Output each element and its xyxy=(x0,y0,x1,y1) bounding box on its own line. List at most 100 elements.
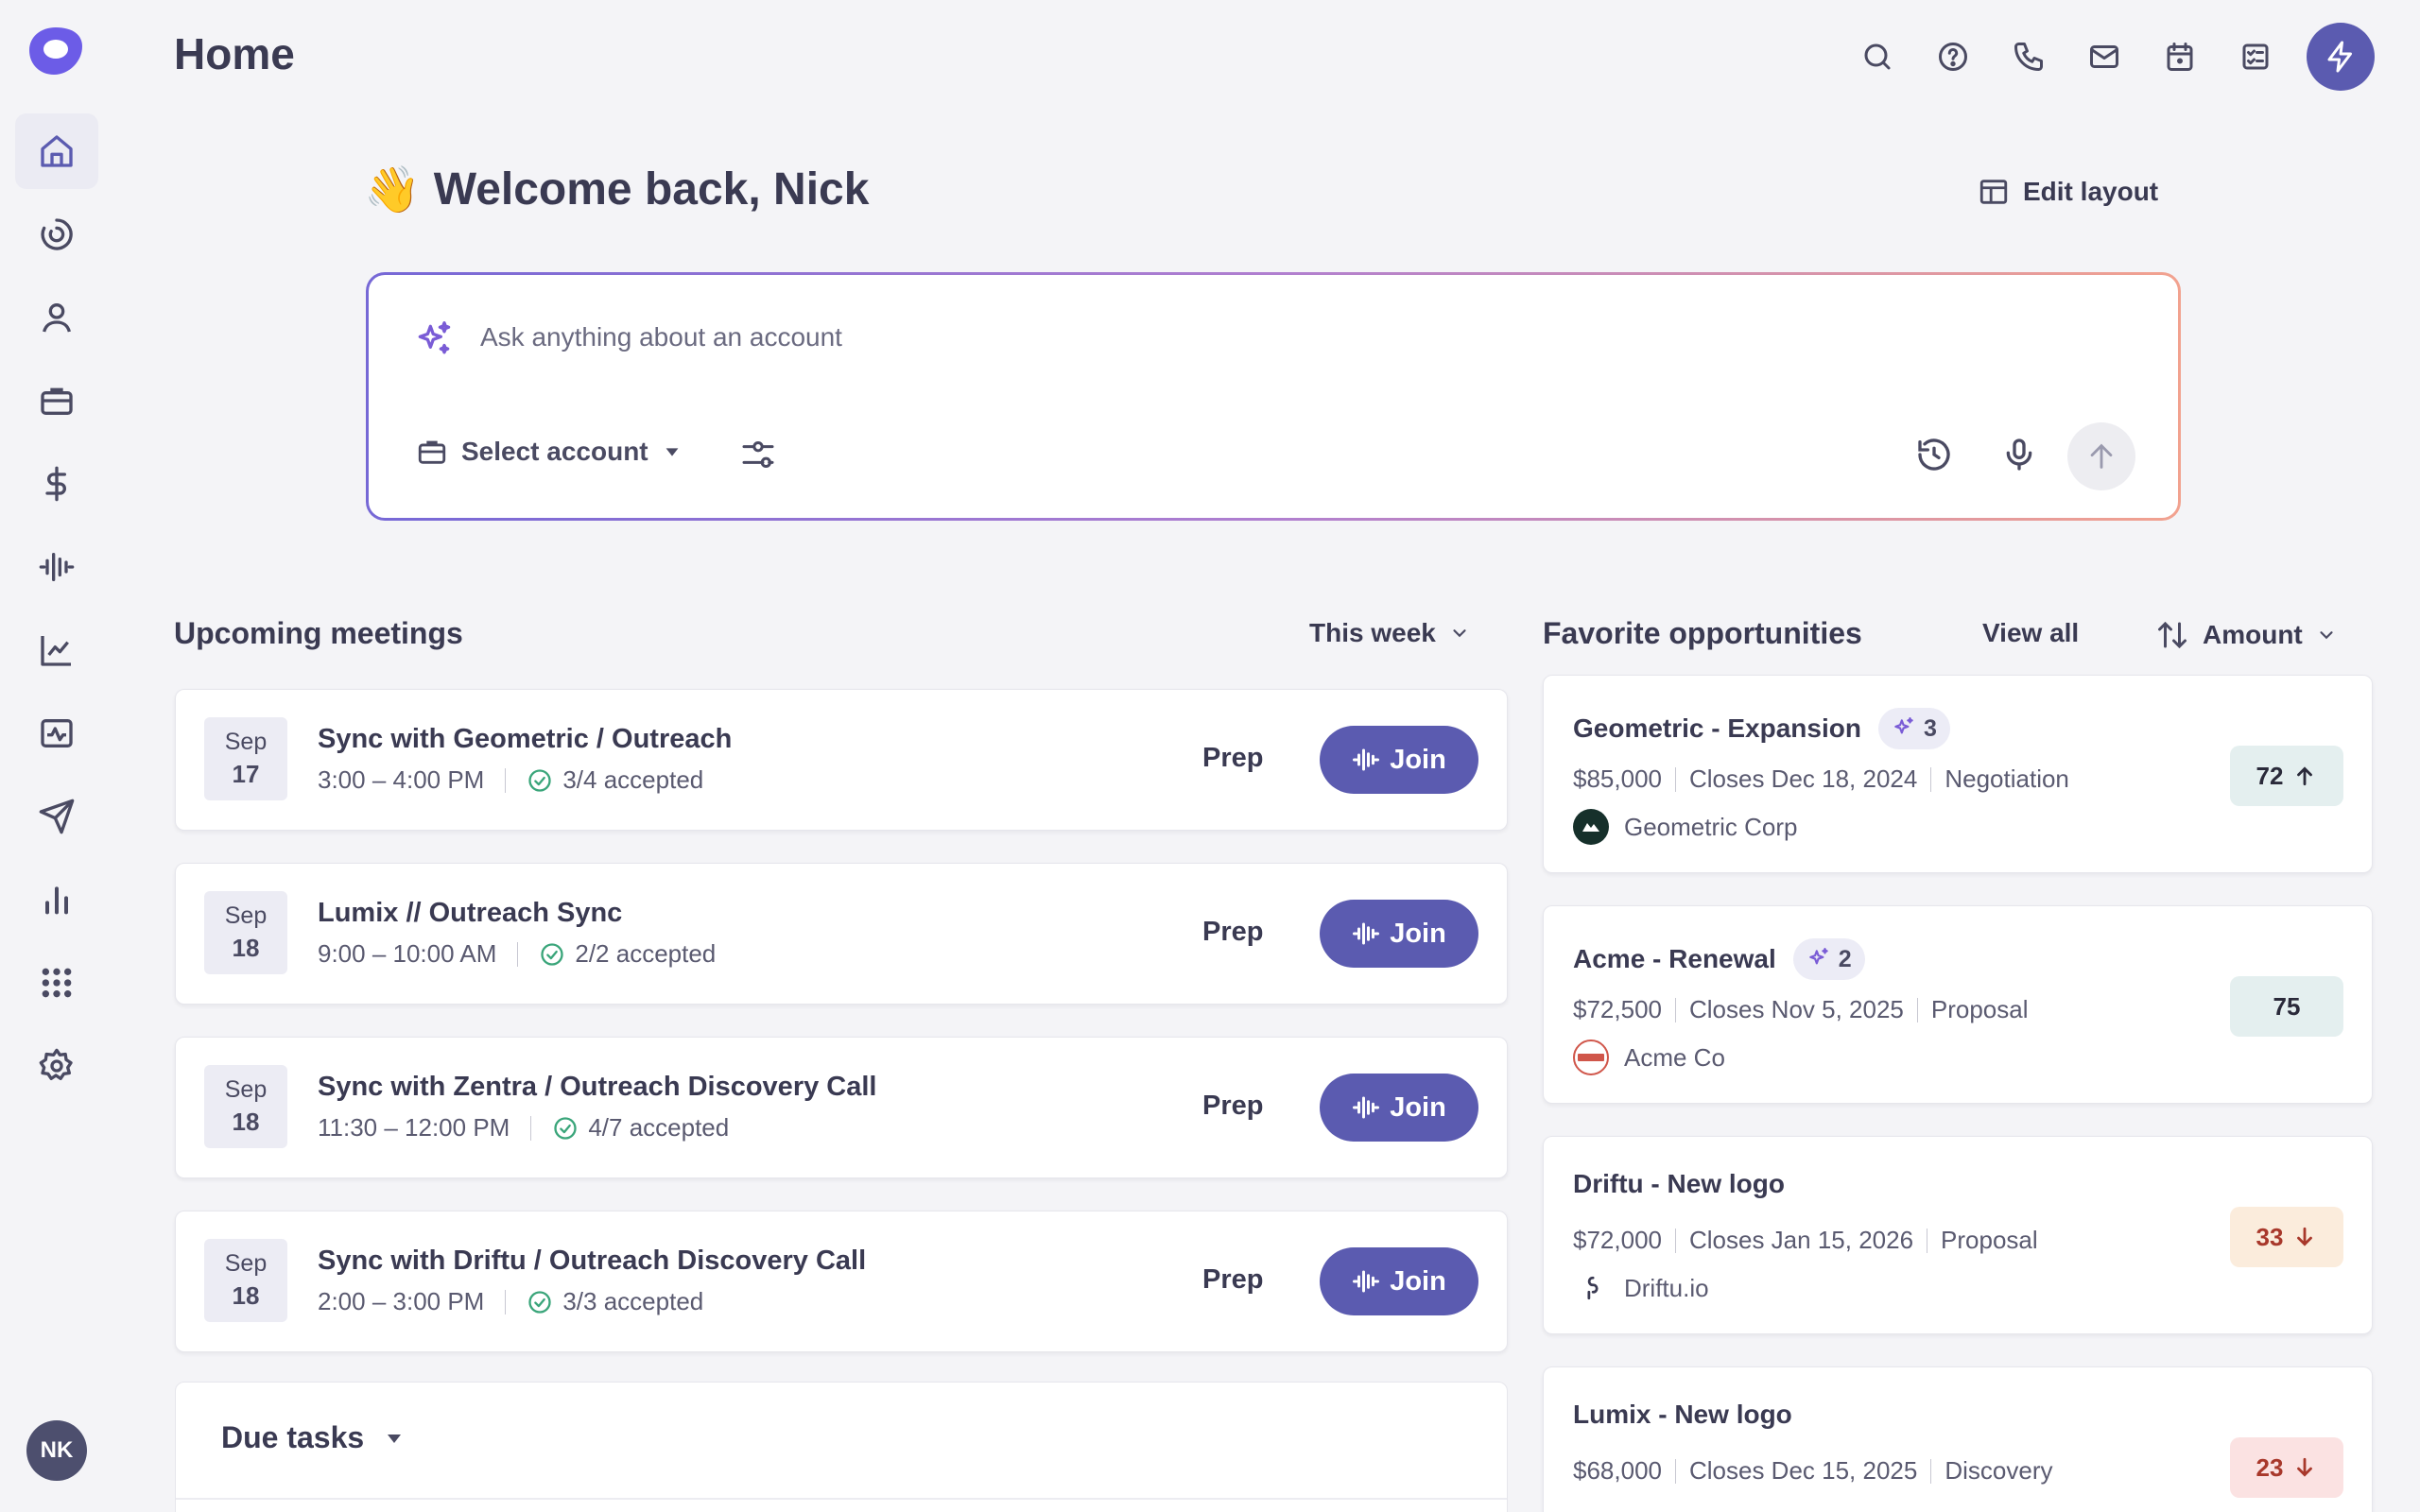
meeting-details: 9:00 – 10:00 AM 2/2 accepted xyxy=(318,939,716,969)
meeting-date: Sep 18 xyxy=(204,1065,287,1148)
select-account-label: Select account xyxy=(461,437,648,466)
sidebar-item-reports[interactable] xyxy=(15,862,98,937)
meeting-title: Sync with Driftu / Outreach Discovery Ca… xyxy=(318,1246,867,1276)
opportunity-close-date: Closes Dec 18, 2024 xyxy=(1688,765,1918,793)
join-button[interactable]: Join xyxy=(1320,1074,1478,1142)
send-button[interactable] xyxy=(2067,422,2135,490)
filter-button[interactable] xyxy=(739,436,777,473)
opportunity-card[interactable]: Lumix - New logo $68,000 Closes Dec 15, 20… xyxy=(1543,1366,2373,1512)
opportunity-card[interactable]: Acme - Renewal 2 $72,500 Closes Nov 5, 2025… xyxy=(1543,905,2373,1104)
meeting-day: 18 xyxy=(232,1281,260,1310)
history-button[interactable] xyxy=(1915,436,1953,473)
chevron-down-icon xyxy=(2316,625,2337,645)
opportunity-title: Geometric - Expansion 3 xyxy=(1573,708,1950,749)
opportunity-name[interactable]: Lumix - New logo xyxy=(1573,1400,1792,1430)
calendar-icon[interactable] xyxy=(2157,34,2203,79)
prep-button[interactable]: Prep xyxy=(1202,1091,1263,1122)
mail-icon[interactable] xyxy=(2082,34,2127,79)
meeting-title: Lumix // Outreach Sync xyxy=(318,898,623,928)
meeting-card[interactable]: Sep 18 Sync with Driftu / Outreach Discove… xyxy=(175,1211,1508,1352)
dollar-icon xyxy=(38,465,76,503)
sidebar-item-pulse[interactable] xyxy=(15,696,98,771)
join-button[interactable]: Join xyxy=(1320,726,1478,794)
sort-dropdown[interactable]: Amount xyxy=(2155,618,2337,652)
opportunity-close-date: Closes Dec 15, 2025 xyxy=(1688,1456,1918,1485)
microphone-button[interactable] xyxy=(2000,436,2038,473)
sidebar-item-home[interactable] xyxy=(15,113,98,189)
meetings-range-dropdown[interactable]: This week xyxy=(1309,618,1470,648)
opportunity-name[interactable]: Geometric - Expansion xyxy=(1573,713,1861,744)
divider xyxy=(517,941,519,967)
ask-input[interactable] xyxy=(480,322,1898,352)
meeting-day: 18 xyxy=(232,1108,260,1136)
meeting-card[interactable]: Sep 17 Sync with Geometric / Outreach 3:00 … xyxy=(175,689,1508,831)
meeting-accepted: 3/3 accepted xyxy=(527,1287,703,1316)
prep-button[interactable]: Prep xyxy=(1202,743,1263,774)
company-name: Acme Co xyxy=(1624,1042,1725,1072)
arrow-down-icon xyxy=(2292,1455,2317,1480)
opportunity-name[interactable]: Driftu - New logo xyxy=(1573,1169,1785,1199)
divider xyxy=(176,1498,1507,1500)
due-tasks-toggle[interactable]: Due tasks xyxy=(221,1420,406,1455)
prep-button[interactable]: Prep xyxy=(1202,1264,1263,1296)
opportunity-meta: $72,000 Closes Jan 15, 2026 Proposal xyxy=(1573,1226,2038,1255)
sidebar-item-accounts[interactable] xyxy=(15,363,98,438)
avatar[interactable]: NK xyxy=(26,1420,87,1481)
pulse-icon xyxy=(38,714,76,752)
send-icon xyxy=(38,798,76,835)
welcome-text: Welcome back, Nick xyxy=(433,164,870,215)
opportunity-card[interactable]: Geometric - Expansion 3 $85,000 Closes Dec … xyxy=(1543,675,2373,873)
meeting-title: Sync with Geometric / Outreach xyxy=(318,724,733,754)
meeting-accepted: 4/7 accepted xyxy=(552,1113,729,1143)
sidebar-item-sequences[interactable] xyxy=(15,197,98,272)
join-button[interactable]: Join xyxy=(1320,900,1478,968)
sidebar-item-calls[interactable] xyxy=(15,529,98,605)
opportunity-close-date: Closes Jan 15, 2026 xyxy=(1688,1226,1914,1254)
waveform-icon xyxy=(1352,746,1380,774)
ai-insights-badge[interactable]: 2 xyxy=(1792,938,1865,980)
view-all-link[interactable]: View all xyxy=(1982,618,2079,648)
outreach-logo-icon[interactable] xyxy=(27,26,84,77)
check-circle-icon xyxy=(527,1289,553,1315)
sparkle-icon xyxy=(413,319,455,361)
sidebar-item-analytics[interactable] xyxy=(15,612,98,688)
due-tasks-title: Due tasks xyxy=(221,1420,365,1454)
divider xyxy=(1916,997,1918,1022)
check-circle-icon xyxy=(539,941,565,968)
sidebar-item-send[interactable] xyxy=(15,779,98,854)
opportunity-title: Driftu - New logo xyxy=(1573,1169,1785,1199)
person-icon xyxy=(38,299,76,336)
company-logo-icon xyxy=(1573,809,1609,845)
meeting-month: Sep xyxy=(224,1250,268,1277)
join-button[interactable]: Join xyxy=(1320,1247,1478,1315)
sidebar-item-people[interactable] xyxy=(15,280,98,355)
sidebar-item-deals[interactable] xyxy=(15,446,98,522)
search-icon[interactable] xyxy=(1855,34,1900,79)
select-account-dropdown[interactable]: Select account xyxy=(416,436,683,468)
help-icon[interactable] xyxy=(1930,34,1976,79)
meeting-details: 2:00 – 3:00 PM 3/3 accepted xyxy=(318,1287,703,1316)
accepted-count: 3/4 accepted xyxy=(562,765,704,794)
opportunity-card[interactable]: Driftu - New logo $72,000 Closes Jan 15, 2… xyxy=(1543,1136,2373,1334)
edit-layout-button[interactable]: Edit layout xyxy=(1978,176,2158,208)
meeting-card[interactable]: Sep 18 Sync with Zentra / Outreach Discove… xyxy=(175,1037,1508,1178)
meeting-card[interactable]: Sep 18 Lumix // Outreach Sync 9:00 – 10:00 … xyxy=(175,863,1508,1005)
bolt-button[interactable] xyxy=(2307,23,2375,91)
opportunity-score: 75 xyxy=(2273,991,2301,1021)
phone-icon[interactable] xyxy=(2006,34,2051,79)
ai-insights-badge[interactable]: 3 xyxy=(1877,708,1950,749)
sparkle-icon xyxy=(1806,947,1831,971)
tasks-icon[interactable] xyxy=(2233,34,2278,79)
join-label: Join xyxy=(1390,918,1446,949)
opportunity-stage: Discovery xyxy=(1945,1456,2053,1485)
meeting-month: Sep xyxy=(224,729,268,755)
sidebar-item-settings[interactable] xyxy=(15,1028,98,1104)
arrow-up-icon xyxy=(2085,440,2118,472)
sparkle-icon xyxy=(1892,716,1916,741)
divider xyxy=(505,1289,507,1314)
prep-button[interactable]: Prep xyxy=(1202,917,1263,948)
sidebar-item-apps[interactable] xyxy=(15,945,98,1021)
bar-chart-icon xyxy=(38,881,76,919)
divider xyxy=(505,767,507,793)
opportunity-name[interactable]: Acme - Renewal xyxy=(1573,944,1776,974)
